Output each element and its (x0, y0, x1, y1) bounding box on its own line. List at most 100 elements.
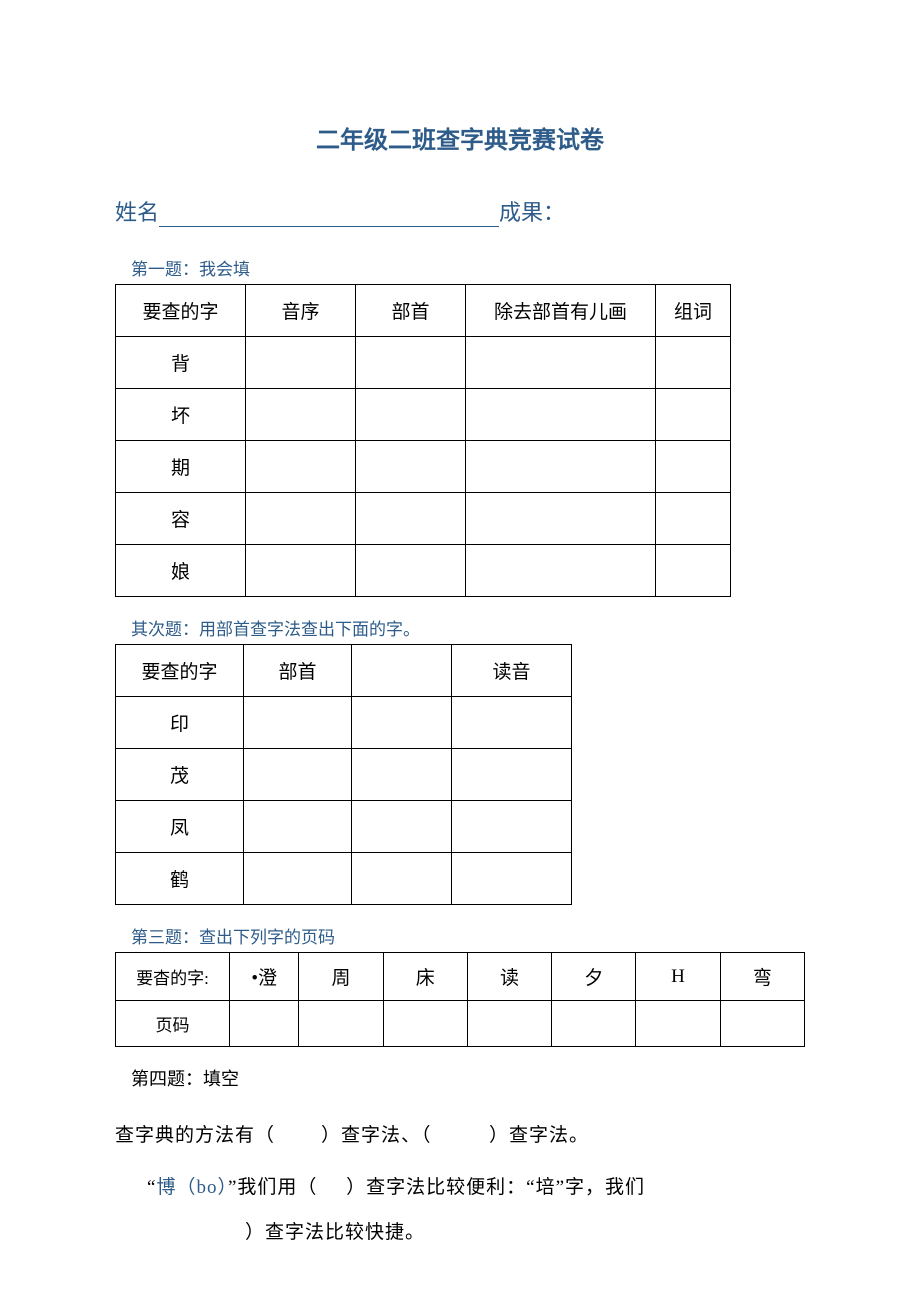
cell-char: 弯 (720, 953, 804, 1001)
cell-blank[interactable] (246, 545, 356, 597)
cell-char: 期 (116, 441, 246, 493)
cell-blank[interactable] (356, 441, 466, 493)
cell-char: 凤 (116, 801, 244, 853)
cell-blank[interactable] (356, 337, 466, 389)
cell-blank[interactable] (452, 697, 572, 749)
cell-blank[interactable] (466, 337, 656, 389)
th: 要查的字 (116, 645, 244, 697)
table-row: 茂 (116, 749, 572, 801)
th: 音序 (246, 285, 356, 337)
cell-blank[interactable] (656, 389, 731, 441)
cell-blank[interactable] (466, 389, 656, 441)
text: ）查字法。 (489, 1125, 589, 1146)
result-label: 成果： (499, 200, 565, 225)
cell-char: 鹤 (116, 853, 244, 905)
th: 组词 (656, 285, 731, 337)
name-label: 姓名 (115, 200, 159, 225)
cell-blank[interactable] (467, 1001, 551, 1047)
doc-title: 二年级二班查字典竞赛试卷 (115, 120, 805, 155)
cell-blank[interactable] (299, 1001, 383, 1047)
th: 部首 (244, 645, 352, 697)
text: ）查字法比较快捷。 (245, 1222, 425, 1243)
cell-blank[interactable] (246, 493, 356, 545)
cell-blank[interactable] (244, 749, 352, 801)
q1-heading: 第一题：我会填 (131, 255, 805, 280)
q4-heading: 第四题：填空 (131, 1065, 805, 1091)
th (352, 645, 452, 697)
cell-blank[interactable] (656, 337, 731, 389)
th: 部首 (356, 285, 466, 337)
cell-blank[interactable] (244, 801, 352, 853)
cell-blank[interactable] (720, 1001, 804, 1047)
table-row: 期 (116, 441, 731, 493)
cell-blank[interactable] (246, 337, 356, 389)
cell-blank[interactable] (244, 853, 352, 905)
table-row: 娘 (116, 545, 731, 597)
table-row: 页码 (116, 1001, 805, 1047)
th: 读音 (452, 645, 572, 697)
text: ”我们用（ (228, 1177, 317, 1198)
table-row: 要杳的字: •澄 周 床 读 夕 H 弯 (116, 953, 805, 1001)
cell-blank[interactable] (466, 493, 656, 545)
table-row: 容 (116, 493, 731, 545)
q3-heading: 第三题：查出下列字的页码 (131, 923, 805, 948)
table-row: 鹤 (116, 853, 572, 905)
cell-char: H (636, 953, 720, 1001)
cell-char: 背 (116, 337, 246, 389)
cell-blank[interactable] (352, 749, 452, 801)
cell-blank[interactable] (246, 389, 356, 441)
cell-blank[interactable] (452, 801, 572, 853)
cell-blank[interactable] (466, 441, 656, 493)
q4-line2: “博（bo）”我们用（ ）查字法比较便利：“培”字，我们 (147, 1165, 805, 1211)
table-row: 凤 (116, 801, 572, 853)
row-label: 要杳的字: (116, 953, 230, 1001)
text: ）查字法、（ (321, 1125, 432, 1146)
q3-table: 要杳的字: •澄 周 床 读 夕 H 弯 页码 (115, 952, 805, 1047)
cell-blank[interactable] (244, 697, 352, 749)
cell-blank[interactable] (552, 1001, 636, 1047)
blue-text: 博（bo） (156, 1177, 228, 1198)
cell-char: 坏 (116, 389, 246, 441)
cell-char: 娘 (116, 545, 246, 597)
text: 查字典的方法有（ (115, 1125, 275, 1146)
cell-blank[interactable] (352, 801, 452, 853)
cell-char: 印 (116, 697, 244, 749)
name-underline[interactable] (159, 226, 499, 227)
text: ）查字法比较便利：“培”字，我们 (346, 1177, 645, 1198)
th: 要查的字 (116, 285, 246, 337)
name-result-row: 姓名 成果： (115, 195, 805, 227)
cell-char: 读 (467, 953, 551, 1001)
table-row: 背 (116, 337, 731, 389)
cell-blank[interactable] (356, 545, 466, 597)
cell-blank[interactable] (636, 1001, 720, 1047)
cell-char: 周 (299, 953, 383, 1001)
cell-char: 容 (116, 493, 246, 545)
cell-blank[interactable] (352, 697, 452, 749)
table-header-row: 要查的字 部首 读音 (116, 645, 572, 697)
cell-char: 夕 (552, 953, 636, 1001)
cell-blank[interactable] (246, 441, 356, 493)
cell-blank[interactable] (452, 853, 572, 905)
q2-heading: 其次题：用部首查字法查出下面的字。 (131, 615, 805, 640)
cell-blank[interactable] (466, 545, 656, 597)
cell-blank[interactable] (656, 545, 731, 597)
cell-blank[interactable] (656, 493, 731, 545)
row-label: 页码 (116, 1001, 230, 1047)
cell-blank[interactable] (356, 493, 466, 545)
cell-blank[interactable] (229, 1001, 298, 1047)
cell-blank[interactable] (452, 749, 572, 801)
q4-line1: 查字典的方法有（ ）查字法、（ ）查字法。 (115, 1113, 805, 1159)
th: 除去部首有儿画 (466, 285, 656, 337)
table-row: 印 (116, 697, 572, 749)
q1-table: 要查的字 音序 部首 除去部首有儿画 组词 背 坏 期 容 娘 (115, 284, 731, 597)
cell-char: •澄 (229, 953, 298, 1001)
q4-line3: ）查字法比较快捷。 (245, 1210, 805, 1256)
table-row: 坏 (116, 389, 731, 441)
cell-blank[interactable] (356, 389, 466, 441)
cell-blank[interactable] (383, 1001, 467, 1047)
cell-char: 床 (383, 953, 467, 1001)
q2-table: 要查的字 部首 读音 印 茂 凤 鹤 (115, 644, 572, 905)
table-header-row: 要查的字 音序 部首 除去部首有儿画 组词 (116, 285, 731, 337)
cell-blank[interactable] (352, 853, 452, 905)
cell-blank[interactable] (656, 441, 731, 493)
